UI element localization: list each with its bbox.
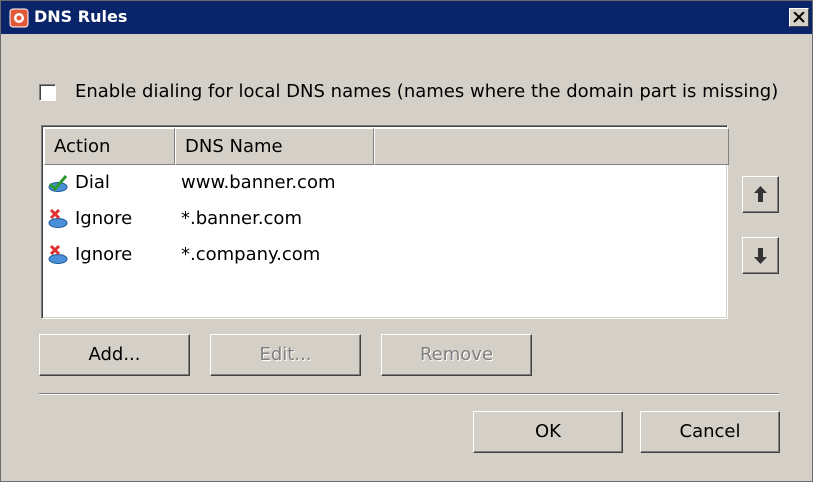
remove-button[interactable]: Remove — [381, 334, 532, 376]
row-dns-name: *.company.com — [181, 244, 321, 265]
cancel-button[interactable]: Cancel — [640, 411, 780, 453]
row-action: Ignore — [75, 244, 133, 265]
arrow-down-icon — [754, 248, 767, 264]
row-action: Ignore — [75, 208, 133, 229]
list-row[interactable]: Ignore *.company.com — [44, 238, 727, 274]
window-title: DNS Rules — [34, 7, 128, 26]
move-up-button[interactable] — [742, 176, 779, 213]
column-header-empty[interactable] — [374, 128, 729, 165]
add-button[interactable]: Add... — [39, 334, 190, 376]
column-header-dns-name[interactable]: DNS Name — [175, 128, 374, 165]
arrow-up-icon — [754, 186, 767, 202]
dial-icon — [48, 175, 68, 192]
move-down-button[interactable] — [742, 237, 779, 274]
close-button[interactable] — [789, 8, 809, 27]
enable-local-dns-checkbox[interactable] — [39, 84, 56, 101]
row-dns-name: www.banner.com — [181, 172, 336, 193]
ignore-icon — [48, 208, 68, 228]
ok-button[interactable]: OK — [473, 411, 623, 453]
enable-local-dns-label[interactable]: Enable dialing for local DNS names (name… — [75, 81, 778, 103]
list-row[interactable]: Dial www.banner.com — [44, 166, 727, 202]
ignore-icon — [48, 244, 68, 264]
list-header: Action DNS Name — [44, 128, 729, 165]
title-bar[interactable]: DNS Rules — [1, 1, 812, 34]
row-dns-name: *.banner.com — [181, 208, 302, 229]
list-row[interactable]: Ignore *.banner.com — [44, 202, 727, 238]
close-icon — [793, 12, 805, 23]
dns-rules-dialog: DNS Rules Enable dialing for local DNS n… — [0, 0, 813, 482]
app-icon — [9, 8, 29, 28]
column-header-action[interactable]: Action — [44, 128, 175, 165]
separator — [39, 393, 779, 395]
row-action: Dial — [75, 172, 110, 193]
dns-rules-list[interactable]: Action DNS Name Dial www.banner.com Igno… — [41, 125, 729, 319]
edit-button[interactable]: Edit... — [210, 334, 361, 376]
